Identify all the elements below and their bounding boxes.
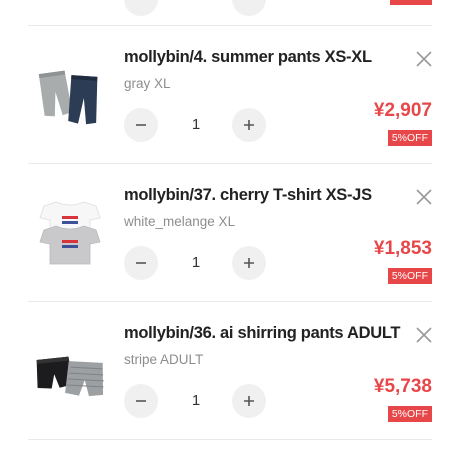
remove-item-button[interactable] (412, 47, 436, 71)
close-icon (416, 51, 432, 67)
item-price: ¥2,907 (373, 100, 432, 121)
gray-and-navy-pants-image[interactable] (34, 52, 106, 132)
previous-discount-badge (390, 0, 432, 5)
increase-quantity-button[interactable] (232, 384, 266, 418)
plus-icon (244, 258, 254, 268)
item-title[interactable]: mollybin/37. cherry T-shirt XS-JS (124, 186, 372, 205)
decrease-quantity-button[interactable] (124, 384, 158, 418)
quantity-value: 1 (191, 116, 201, 133)
white-and-gray-cherry-tshirt-image[interactable] (34, 190, 106, 270)
discount-badge: 5%OFF (387, 130, 432, 146)
cart-item: mollybin/37. cherry T-shirt XS-JS white_… (0, 164, 460, 302)
previous-minus-button[interactable] (124, 0, 158, 16)
quantity-value: 1 (191, 254, 201, 271)
previous-plus-button[interactable] (232, 0, 266, 16)
black-and-stripe-shorts-image[interactable] (34, 328, 106, 408)
divider (28, 439, 432, 440)
increase-quantity-button[interactable] (232, 108, 266, 142)
remove-item-button[interactable] (412, 185, 436, 209)
minus-icon (136, 262, 146, 264)
discount-badge: 5%OFF (387, 406, 432, 422)
item-title[interactable]: mollybin/36. ai shirring pants ADULT (124, 324, 400, 343)
quantity-value: 1 (191, 392, 201, 409)
plus-icon (244, 120, 254, 130)
close-icon (416, 327, 432, 343)
decrease-quantity-button[interactable] (124, 246, 158, 280)
cart-item: mollybin/4. summer pants XS-XL gray XL 1… (0, 26, 460, 164)
item-variant: stripe ADULT (124, 352, 204, 367)
previous-item-partial (0, 0, 460, 26)
item-variant: white_melange XL (124, 214, 236, 229)
plus-icon (244, 396, 254, 406)
cart-item: mollybin/36. ai shirring pants ADULT str… (0, 302, 460, 440)
decrease-quantity-button[interactable] (124, 108, 158, 142)
item-price: ¥5,738 (373, 376, 432, 397)
increase-quantity-button[interactable] (232, 246, 266, 280)
discount-badge: 5%OFF (387, 268, 432, 284)
remove-item-button[interactable] (412, 323, 436, 347)
minus-icon (136, 124, 146, 126)
minus-icon (136, 400, 146, 402)
item-title[interactable]: mollybin/4. summer pants XS-XL (124, 48, 372, 67)
item-variant: gray XL (124, 76, 171, 91)
close-icon (416, 189, 432, 205)
item-price: ¥1,853 (373, 238, 432, 259)
